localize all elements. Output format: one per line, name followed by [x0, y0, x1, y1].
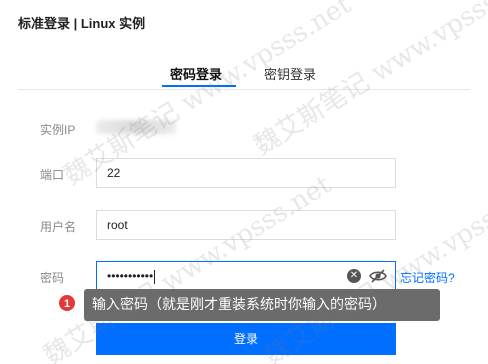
forgot-password-link[interactable]: 忘记密码?: [400, 269, 455, 286]
username-label: 用户名: [40, 220, 77, 234]
instance-ip-label: 实例IP: [40, 123, 76, 137]
username-input[interactable]: root: [96, 210, 396, 240]
active-tab-indicator: [162, 85, 236, 87]
annotation-badge: 1: [58, 294, 76, 312]
page-title: 标准登录 | Linux 实例: [18, 16, 146, 31]
port-label: 端口: [40, 168, 65, 182]
login-button[interactable]: 登录: [96, 323, 396, 355]
tab-password-login[interactable]: 密码登录: [170, 64, 222, 83]
password-input[interactable]: ••••••••••• ✕: [96, 261, 396, 291]
x-circle-icon[interactable]: ✕: [347, 269, 361, 283]
username-value: root: [107, 218, 128, 232]
tab-key-login[interactable]: 密钥登录: [264, 64, 316, 83]
password-label: 密码: [40, 271, 65, 285]
eye-off-icon[interactable]: [369, 268, 387, 284]
annotation-tooltip: 输入密码（就是刚才重装系统时你输入的密码）: [84, 289, 440, 321]
tabs-divider: [18, 89, 470, 90]
port-input[interactable]: 22: [96, 158, 396, 188]
text-caret: [154, 269, 156, 284]
password-masked-value: •••••••••••: [107, 269, 156, 284]
port-value: 22: [107, 166, 121, 180]
instance-ip-value-blurred: [96, 120, 176, 134]
